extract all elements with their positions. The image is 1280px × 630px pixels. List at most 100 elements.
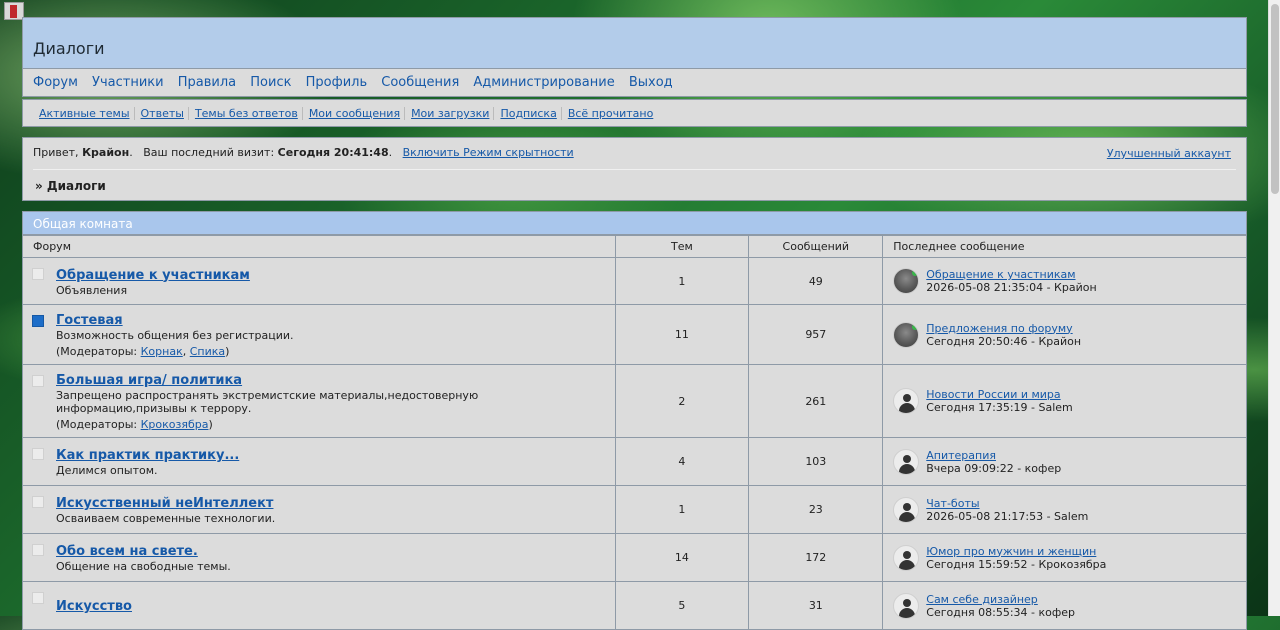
forum-title-link[interactable]: Большая игра/ политика (56, 373, 242, 388)
sub-nav: Активные темы Ответы Темы без ответов Мои с… (22, 99, 1247, 127)
scrollbar-thumb[interactable] (1271, 4, 1279, 194)
main-nav: Форум Участники Правила Поиск Профиль Со… (22, 69, 1247, 97)
subnav-unanswered[interactable]: Темы без ответов (187, 107, 302, 120)
forum-cell: Как практик практику... Делимся опытом. (22, 437, 616, 486)
subnav-my-posts[interactable]: Мои сообщения (301, 107, 405, 120)
last-post-cell: Новости России и мира Сегодня 17:35:19 -… (882, 364, 1247, 438)
category-title: Общая комната (33, 217, 133, 231)
last-post-topic-link[interactable]: Обращение к участникам (926, 268, 1075, 281)
table-row: Искусство 5 31 Сам себе дизайнер Сегодня… (22, 581, 1247, 630)
forum-description: Запрещено распространять экстремистские … (56, 389, 479, 415)
last-post-meta: Сегодня 15:59:52 - Крокозябра (926, 557, 1107, 571)
forum-cell: Большая игра/ политика Запрещено распрос… (22, 364, 616, 438)
table-row: Искусственный неИнтеллект Осваиваем совр… (22, 485, 1247, 534)
nav-search[interactable]: Поиск (250, 75, 291, 90)
last-post-topic-link[interactable]: Новости России и мира (926, 388, 1060, 401)
nav-admin[interactable]: Администрирование (473, 75, 614, 90)
last-visit-value: Сегодня 20:41:48 (277, 146, 389, 159)
nav-logout[interactable]: Выход (629, 75, 673, 90)
nav-rules[interactable]: Правила (178, 75, 236, 90)
col-last-post: Последнее сообщение (882, 235, 1247, 258)
category-header: Общая комната (22, 211, 1247, 235)
col-forum: Форум (22, 235, 616, 258)
last-post-meta: 2026-05-08 21:17:53 - Salem (926, 509, 1089, 523)
forum-status-icon (32, 375, 44, 387)
forum-description: Делимся опытом. (56, 464, 158, 477)
last-post-topic-link[interactable]: Чат-боты (926, 497, 979, 510)
moderator-link[interactable]: Корнак (141, 345, 183, 358)
forum-status-icon (32, 544, 44, 556)
forum-rows: Обращение к участникам Объявления 1 49 О… (22, 257, 1247, 630)
last-post-meta: Сегодня 08:55:34 - кофер (926, 605, 1076, 619)
subnav-replies[interactable]: Ответы (133, 107, 188, 120)
last-post-topic-link[interactable]: Предложения по форуму (926, 322, 1072, 335)
welcome-box: Привет, Крайон. Ваш последний визит: Сег… (22, 137, 1247, 201)
stealth-mode-link[interactable]: Включить Режим скрытности (403, 146, 574, 159)
forum-table: Форум Тем Сообщений Последнее сообщение … (22, 235, 1247, 630)
nav-messages[interactable]: Сообщения (381, 75, 459, 90)
user-avatar[interactable] (893, 268, 920, 294)
topics-count: 11 (614, 304, 750, 365)
forum-title-link[interactable]: Обращение к участникам (56, 268, 250, 283)
forum-cell: Искусственный неИнтеллект Осваиваем совр… (22, 485, 616, 534)
forum-title-link[interactable]: Как практик практику... (56, 448, 239, 463)
default-avatar-icon[interactable] (893, 544, 920, 571)
forum-cell: Гостевая Возможность общения без регистр… (22, 304, 616, 365)
topics-count: 4 (614, 437, 750, 486)
moderator-link[interactable]: Спика (190, 345, 225, 358)
username: Крайон (82, 146, 130, 159)
moderators-label: (Модераторы: (56, 345, 138, 358)
user-avatar[interactable] (893, 321, 920, 348)
nav-profile[interactable]: Профиль (306, 75, 368, 90)
table-row: Как практик практику... Делимся опытом. … (22, 437, 1247, 486)
forum-title-link[interactable]: Гостевая (56, 313, 123, 328)
posts-count: 49 (748, 257, 884, 305)
topics-count: 1 (614, 485, 750, 534)
last-post-cell: Предложения по форуму Сегодня 20:50:46 -… (882, 304, 1247, 365)
premium-account-link[interactable]: Улучшенный аккаунт (1107, 147, 1231, 160)
page-scrollbar[interactable] (1268, 0, 1280, 616)
forum-description: Общение на свободные темы. (56, 560, 231, 573)
table-row: Обращение к участникам Объявления 1 49 О… (22, 257, 1247, 305)
last-post-topic-link[interactable]: Юмор про мужчин и женщин (926, 545, 1096, 558)
default-avatar-icon[interactable] (893, 448, 920, 475)
forum-cell: Обо всем на свете. Общение на свободные … (22, 533, 616, 582)
forum-status-icon (32, 592, 44, 604)
subnav-mark-all-read[interactable]: Всё прочитано (560, 107, 658, 120)
moderator-link[interactable]: Крокозябра (141, 418, 209, 431)
default-avatar-icon[interactable] (893, 496, 920, 523)
app-corner-icon (4, 2, 24, 20)
greeting-label: Привет, (33, 146, 79, 159)
table-row: Большая игра/ политика Запрещено распрос… (22, 364, 1247, 438)
topics-count: 1 (614, 257, 750, 305)
last-post-cell: Обращение к участникам 2026-05-08 21:35:… (882, 257, 1247, 305)
last-post-topic-link[interactable]: Апитерапия (926, 449, 996, 462)
topics-count: 14 (614, 533, 750, 582)
subnav-subscriptions[interactable]: Подписка (493, 107, 561, 120)
default-avatar-icon[interactable] (893, 592, 920, 619)
subnav-active-topics[interactable]: Активные темы (35, 107, 134, 120)
forum-status-icon (32, 448, 44, 460)
posts-count: 103 (748, 437, 884, 486)
forum-status-icon (32, 268, 44, 280)
forum-cell: Искусство (22, 581, 616, 630)
forum-title-link[interactable]: Искусство (56, 599, 132, 614)
forum-description: Возможность общения без регистрации. (56, 329, 294, 342)
default-avatar-icon[interactable] (893, 388, 920, 414)
last-visit-label: Ваш последний визит: (143, 146, 275, 159)
online-indicator (912, 323, 919, 330)
last-post-topic-link[interactable]: Сам себе дизайнер (926, 593, 1038, 606)
moderators: (Модераторы: Корнак, Спика) (56, 345, 230, 358)
nav-forum[interactable]: Форум (33, 75, 78, 90)
last-post-meta: Сегодня 17:35:19 - Salem (926, 401, 1073, 414)
online-indicator (912, 270, 919, 276)
forum-title-link[interactable]: Обо всем на свете. (56, 544, 198, 559)
subnav-my-uploads[interactable]: Мои загрузки (404, 107, 494, 120)
posts-count: 261 (748, 364, 884, 438)
topics-count: 2 (614, 364, 750, 438)
site-title: Диалоги (33, 39, 105, 58)
forum-title-link[interactable]: Искусственный неИнтеллект (56, 496, 273, 511)
forum-container: Диалоги Форум Участники Правила Поиск Пр… (22, 17, 1247, 630)
nav-members[interactable]: Участники (92, 75, 164, 90)
last-post-cell: Чат-боты 2026-05-08 21:17:53 - Salem (882, 485, 1247, 534)
